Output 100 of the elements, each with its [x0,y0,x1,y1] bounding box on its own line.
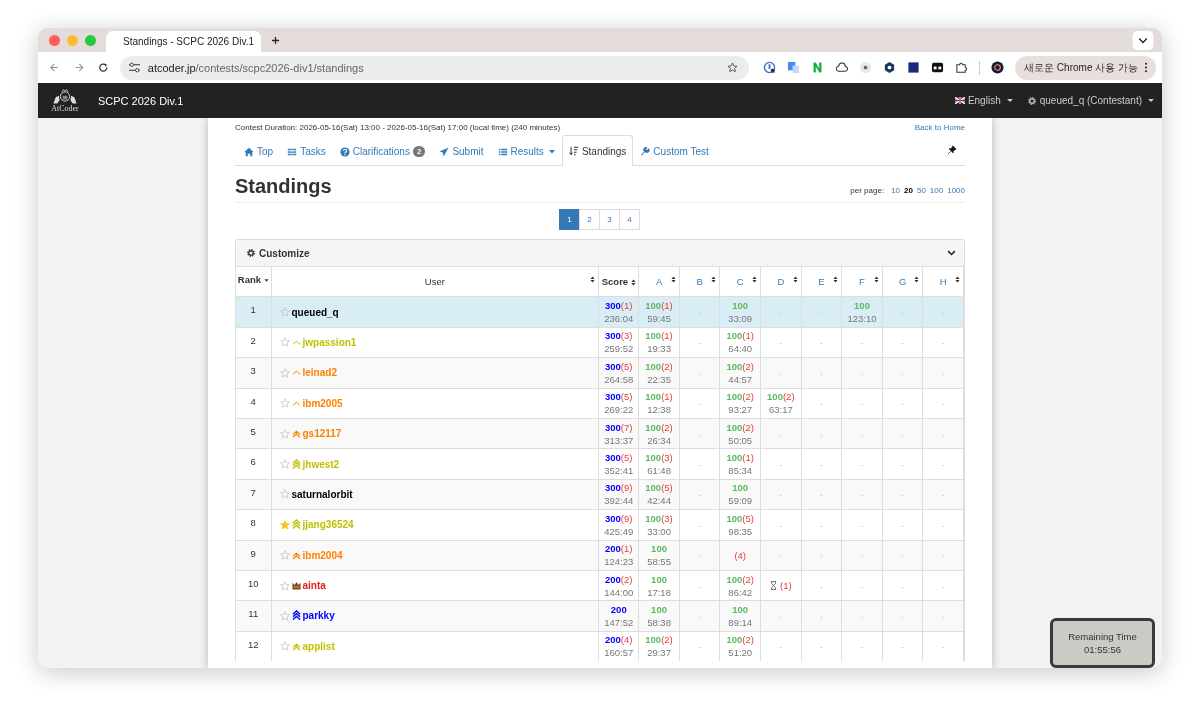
forward-icon[interactable] [73,62,85,73]
pin-icon[interactable] [947,145,957,155]
score-text: 300(5) [604,451,634,465]
empty-mark: - [860,520,864,530]
reload-icon[interactable] [98,62,109,73]
empty-mark: - [779,612,783,621]
time-text: 42:44 [646,494,672,508]
empty-mark: - [901,429,904,439]
user-menu[interactable]: queued_q (Contestant) [1026,95,1154,106]
empty-mark: - [779,368,783,378]
chevron-down-icon[interactable] [947,250,956,256]
nav-tab[interactable]: Submit [432,136,491,166]
empty-mark: - [901,490,904,500]
empty-mark: - [941,520,945,530]
password-key-icon[interactable] [763,61,777,74]
favorite-star-icon[interactable] [279,337,290,348]
nav-tab[interactable]: Standings [561,135,634,166]
time-text: 59:09 [727,494,754,508]
new-tab-icon[interactable] [271,35,280,45]
contest-title[interactable]: SCPC 2026 Div.1 [98,94,184,107]
favorite-star-icon[interactable] [279,611,290,621]
empty-mark: - [901,612,904,621]
sort-down-icon [263,277,269,284]
page-link[interactable]: 3 [599,209,620,230]
favorite-star-icon[interactable] [279,550,290,561]
empty-mark: - [901,642,904,652]
empty-mark: - [698,308,701,318]
per-page-option[interactable]: 10 [891,186,901,195]
back-to-home-link[interactable]: Back to Home [914,122,965,132]
letter-n-icon[interactable] [811,61,825,74]
update-chrome-button[interactable]: 새로운 Chrome 사용 가능 [1015,55,1156,80]
favorite-star-icon[interactable] [279,307,290,318]
empty-mark: - [698,642,701,652]
empty-mark: - [860,490,864,500]
favorite-star-icon[interactable] [279,459,290,470]
nav-tab[interactable]: Top [237,136,281,166]
customize-toggle[interactable]: Customize [246,247,310,259]
task-score-text: 100 [731,481,750,495]
user-name-link[interactable]: parkky [302,610,335,622]
favorite-star-icon[interactable] [279,519,290,530]
cloud-icon[interactable] [835,61,849,74]
task-score-text: 100(2) [644,420,674,434]
bookmark-star-icon[interactable] [727,62,739,73]
nav-tab[interactable]: Custom Test [633,136,716,166]
favorite-star-icon[interactable] [279,641,290,652]
favorite-star-icon[interactable] [279,428,290,439]
empty-mark: - [901,551,904,561]
tab-search-icon[interactable] [1132,30,1154,50]
rank-cell: 11 [236,600,271,632]
language-menu[interactable]: English [954,95,1013,106]
sort-icon [670,276,676,283]
round-extension-icon[interactable] [859,61,873,74]
per-page-option[interactable]: 20 [904,186,913,195]
empty-mark: - [860,429,864,439]
time-text: 160:57 [603,646,635,660]
page-link[interactable]: 1 [559,209,580,230]
translate-icon[interactable] [787,61,801,74]
per-page-label: per page: [850,186,885,195]
rank-cell: 3 [236,357,271,389]
user-name-link[interactable]: queued_q [291,306,339,318]
puzzle-icon[interactable] [955,61,969,74]
tab-title: Standings - SCPC 2026 Div.1 [123,36,254,47]
per-page-option[interactable]: 50 [916,186,926,195]
glasses-icon[interactable] [931,61,945,74]
favorite-star-icon[interactable] [279,398,290,409]
page-link[interactable]: 2 [579,209,600,230]
task-score-text: 100(2) [725,359,755,373]
browser-tab[interactable]: Standings - SCPC 2026 Div.1 [106,31,261,52]
site-settings-icon[interactable] [127,62,141,73]
nav-tab[interactable]: Tasks [280,136,333,166]
site-logo[interactable]: AtCoder [48,88,82,113]
empty-mark: - [698,490,701,500]
hexagon-icon[interactable] [883,61,897,74]
per-page-option[interactable]: 1000 [947,186,965,195]
favorite-star-icon[interactable] [279,367,290,378]
empty-mark: - [860,612,864,621]
user-name-link[interactable]: ainta [302,580,326,592]
page-link[interactable]: 4 [619,209,640,230]
empty-mark: - [941,338,945,348]
empty-mark: - [941,399,945,409]
nav-tab[interactable]: Clarifications 2 [332,136,433,166]
task-score-text: 100(1) [644,329,674,343]
favorite-star-icon[interactable] [279,580,290,591]
favorite-star-icon[interactable] [279,489,290,500]
square-icon[interactable] [907,61,921,74]
user-name-link[interactable]: saturnalorbit [291,488,353,500]
task-score-text: 100 [731,603,750,616]
empty-mark: - [820,308,823,318]
user-name-link[interactable]: ibm2005 [302,397,343,409]
profile-avatar-icon[interactable] [991,61,1005,74]
maximize-window-button[interactable] [85,34,96,46]
rank-cell: 1 [236,296,271,328]
empty-mark: - [860,399,864,409]
back-icon[interactable] [49,62,60,73]
task-score-text: 100(1) [644,390,674,404]
address-bar[interactable]: atcoder.jp/contests/scpc2026-div1/standings [119,55,750,80]
close-window-button[interactable] [49,34,60,46]
empty-mark: - [820,338,823,348]
nav-tab[interactable]: Results [490,136,562,166]
per-page-option[interactable]: 100 [929,186,944,195]
